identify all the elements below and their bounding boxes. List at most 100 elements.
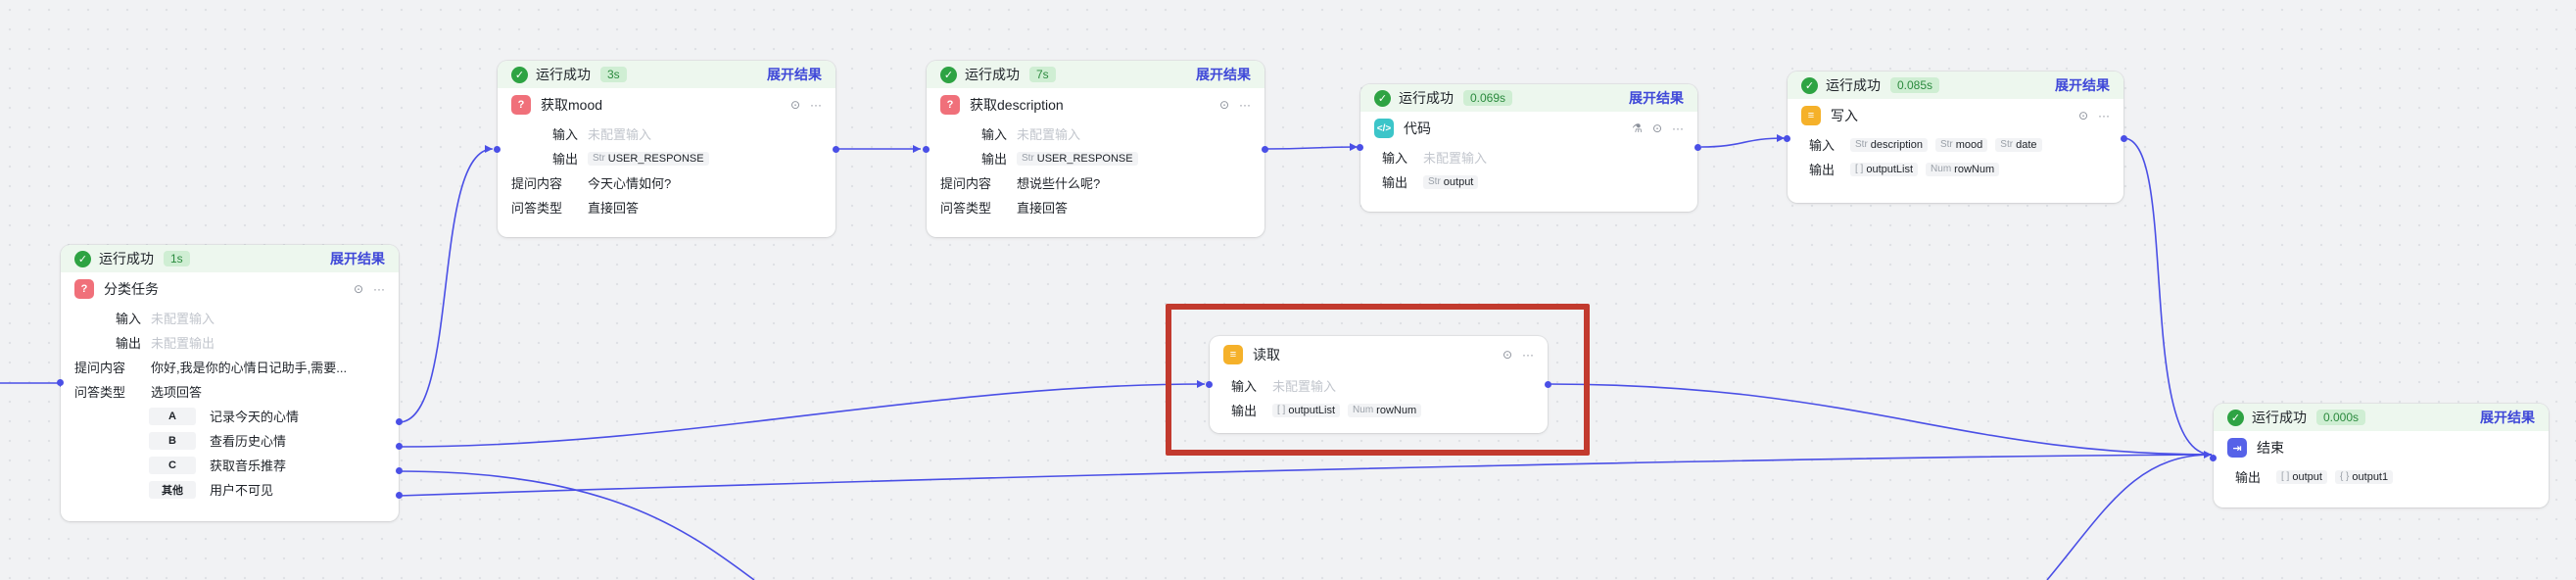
debug-target-icon[interactable]: ⊙ [2078,109,2088,122]
output-tag: Str USER_RESPONSE [588,151,709,166]
code-node-icon: </> [1374,119,1394,138]
debug-target-icon[interactable]: ⊙ [1652,121,1662,135]
more-icon[interactable]: ··· [810,98,822,112]
duration-badge: 0.000s [2316,410,2366,425]
output-port[interactable] [1262,146,1268,153]
input-label: 输入 [115,312,141,326]
prompt-value: 想说些什么呢? [1017,176,1101,191]
more-icon[interactable]: ··· [2098,109,2110,122]
more-icon[interactable]: ··· [1672,121,1684,135]
input-tag: Str mood [1934,137,1988,152]
option-row-c: C 获取音乐推荐 [61,453,399,477]
node-write[interactable]: ✓ 运行成功 0.085s 展开结果 ≡ 写入 ⊙ ··· 输入 Str descr… [1784,72,2127,203]
expand-results-link[interactable]: 展开结果 [1196,65,1251,84]
output-port[interactable] [833,146,839,153]
status-bar: ✓ 运行成功 3s 展开结果 [498,61,835,88]
debug-target-icon[interactable]: ⊙ [354,282,363,296]
check-circle-icon: ✓ [1801,76,1818,94]
node-header: ? 获取mood ⊙ ··· [498,88,835,121]
test-run-icon[interactable]: ⚗ [1632,121,1643,135]
input-port[interactable] [494,146,501,153]
option-port-c[interactable] [396,467,403,474]
option-key: 其他 [149,480,196,499]
expand-results-link[interactable]: 展开结果 [767,65,822,84]
output-value: 未配置输出 [151,336,215,351]
check-circle-icon: ✓ [74,250,91,267]
input-label: 输入 [551,127,578,142]
node-end[interactable]: ✓ 运行成功 0.000s 展开结果 ⇥ 结束 输出 [ ] output { }… [2210,404,2549,508]
input-tag: Str date [1995,137,2042,152]
node-title: 读取 [1253,347,1280,362]
input-tag: Str description [1850,137,1928,152]
expand-results-link[interactable]: 展开结果 [330,249,385,268]
option-port-a[interactable] [396,418,403,425]
status-text: 运行成功 [965,67,1020,82]
type-value: 选项回答 [151,385,203,400]
debug-target-icon[interactable]: ⊙ [790,98,800,112]
node-header: ≡ 读取 ⊙ ··· [1210,336,1548,373]
status-bar: ✓ 运行成功 0.069s 展开结果 [1360,84,1697,112]
expand-results-link[interactable]: 展开结果 [2055,75,2110,95]
database-node-icon: ≡ [1801,106,1821,125]
node-title: 代码 [1404,121,1431,136]
option-row-b: B 查看历史心情 [61,428,399,453]
option-row-a: A 记录今天的心情 [61,404,399,428]
option-text: 获取音乐推荐 [210,459,287,473]
node-title: 获取mood [541,97,603,113]
edge-description-code [1265,146,1359,150]
prompt-value: 你好,我是你的心情日记助手,需要... [151,361,348,375]
duration-badge: 3s [600,67,627,82]
option-port-b[interactable] [396,443,403,450]
node-get-mood[interactable]: ✓ 运行成功 3s 展开结果 ? 获取mood ⊙ ··· 输入 未配置输入 输出 S… [494,61,839,237]
node-title: 写入 [1831,108,1858,123]
duration-badge: 1s [164,251,190,266]
status-text: 运行成功 [536,67,591,82]
option-port-other[interactable] [396,492,403,499]
more-icon[interactable]: ··· [373,282,385,296]
input-port[interactable] [2210,455,2217,461]
option-key: A [149,407,196,425]
prompt-value: 今天心情如何? [588,176,672,191]
status-bar: ✓ 运行成功 0.085s 展开结果 [1788,72,2123,99]
node-get-description[interactable]: ✓ 运行成功 7s 展开结果 ? 获取description ⊙ ··· 输入 未配… [923,61,1268,237]
node-title: 分类任务 [104,281,159,297]
node-header: ≡ 写入 ⊙ ··· [1788,99,2123,132]
input-port[interactable] [1357,144,1363,151]
node-read[interactable]: ≡ 读取 ⊙ ··· 输入 未配置输入 输出 [ ] outputList Num ro… [1206,336,1551,433]
check-circle-icon: ✓ [940,66,957,83]
node-header: ⇥ 结束 [2214,431,2549,464]
input-port[interactable] [1784,135,1790,142]
input-value: 未配置输入 [588,127,652,142]
input-value: 未配置输入 [1423,151,1488,166]
node-code[interactable]: ✓ 运行成功 0.069s 展开结果 </> 代码 ⚗ ⊙ ··· 输入 未配置输入 … [1357,84,1701,212]
more-icon[interactable]: ··· [1239,98,1251,112]
output-label: 输出 [1230,404,1257,418]
edge-write-end [2123,137,2213,456]
option-row-other: 其他 用户不可见 [61,477,399,502]
status-text: 运行成功 [1826,77,1881,93]
output-port[interactable] [1694,144,1701,151]
input-port[interactable] [57,379,64,386]
output-tag: [ ] outputList [1272,403,1341,417]
input-label: 输入 [1230,379,1257,394]
input-port[interactable] [923,146,930,153]
status-text: 运行成功 [1399,90,1454,106]
output-port[interactable] [2121,135,2127,142]
output-tag: [ ] outputList [1850,162,1919,176]
check-circle-icon: ✓ [511,66,528,83]
duration-badge: 7s [1029,67,1056,82]
node-header: ? 获取description ⊙ ··· [927,88,1264,121]
edge-read-end [1547,383,2213,456]
output-label: 输出 [551,152,578,167]
debug-target-icon[interactable]: ⊙ [1503,348,1512,362]
debug-target-icon[interactable]: ⊙ [1219,98,1229,112]
status-text: 运行成功 [99,251,154,266]
prompt-label: 提问内容 [940,176,992,191]
node-classify[interactable]: ✓ 运行成功 1s 展开结果 ? 分类任务 ⊙ ··· 输入 未配置输入 输出 未配置… [57,245,403,521]
expand-results-link[interactable]: 展开结果 [2480,408,2535,427]
output-port[interactable] [1545,381,1551,388]
input-port[interactable] [1206,381,1213,388]
expand-results-link[interactable]: 展开结果 [1629,88,1684,108]
more-icon[interactable]: ··· [1522,348,1534,362]
prompt-label: 提问内容 [511,176,563,191]
